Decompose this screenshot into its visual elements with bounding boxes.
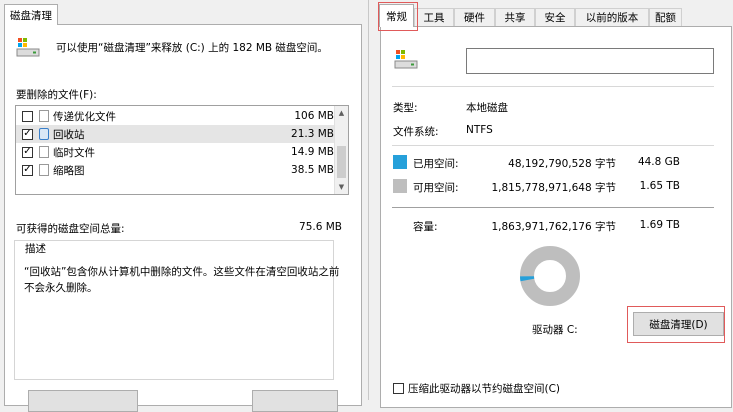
- donut-free-segment: [520, 246, 580, 306]
- fs-value: NTFS: [466, 124, 493, 136]
- separator: [392, 145, 714, 146]
- file-name: 传递优化文件: [53, 110, 116, 123]
- highlight-tab: [378, 2, 418, 31]
- total-value: 75.6 MB: [299, 221, 342, 233]
- separator: [392, 86, 714, 87]
- compress-checkbox[interactable]: [393, 383, 404, 394]
- file-icon: [39, 110, 49, 122]
- file-size: 38.5 MB: [291, 164, 334, 176]
- compress-label: 压缩此驱动器以节约磁盘空间(C): [408, 383, 561, 395]
- tab-body: [380, 26, 732, 408]
- tab-sharing[interactable]: 共享: [495, 8, 535, 26]
- tab-previous-versions[interactable]: 以前的版本: [575, 8, 649, 26]
- window-divider: [362, 0, 376, 400]
- scroll-up-icon[interactable]: ▲: [335, 106, 348, 120]
- tab-security[interactable]: 安全: [535, 8, 575, 26]
- drive-icon: [16, 38, 40, 57]
- recycle-bin-icon: [39, 128, 49, 140]
- clean-system-files-button[interactable]: [28, 390, 138, 412]
- type-label: 类型:: [393, 102, 418, 114]
- tab-quota[interactable]: 配额: [649, 8, 682, 26]
- drive-name-input[interactable]: [466, 48, 714, 74]
- files-label: 要删除的文件(F):: [16, 89, 97, 101]
- drive-icon: [394, 50, 418, 69]
- used-color-swatch: [393, 155, 407, 169]
- description-text-1: “回收站”包含你从计算机中删除的文件。这些文件在清空回收站之前: [24, 266, 340, 278]
- free-bytes: 1,815,778,971,648 字节: [491, 182, 616, 194]
- tab-tools[interactable]: 工具: [414, 8, 454, 26]
- used-label: 已用空间:: [413, 158, 459, 170]
- list-scrollbar[interactable]: ▲ ▼: [334, 106, 348, 194]
- disk-cleanup-dialog: 磁盘清理 可以使用“磁盘清理”来释放 (C:) 上的 182 MB 磁盘空间。 …: [0, 0, 362, 412]
- compress-option[interactable]: 压缩此驱动器以节约磁盘空间(C): [393, 381, 560, 396]
- capacity-size: 1.69 TB: [639, 219, 680, 231]
- checkbox[interactable]: [22, 110, 33, 122]
- used-size: 44.8 GB: [637, 156, 680, 168]
- usage-donut: [520, 246, 580, 306]
- capacity-label: 容量:: [413, 221, 438, 233]
- intro-text: 可以使用“磁盘清理”来释放 (C:) 上的 182 MB 磁盘空间。: [56, 42, 328, 54]
- description-legend: 描述: [22, 241, 49, 256]
- description-group: [14, 240, 334, 380]
- tab-label: 磁盘清理: [10, 9, 52, 22]
- drive-label: 驱动器 C:: [532, 324, 578, 336]
- file-name: 临时文件: [53, 146, 95, 159]
- scroll-thumb[interactable]: [337, 146, 346, 178]
- free-size: 1.65 TB: [639, 180, 680, 192]
- file-icon: [39, 164, 49, 176]
- drive-properties-dialog: 常规 工具 硬件 共享 安全 以前的版本 配额 类型: 本地磁盘 文件系统: N…: [376, 0, 733, 408]
- type-value: 本地磁盘: [466, 102, 508, 114]
- capacity-bytes: 1,863,971,762,176 字节: [491, 221, 616, 233]
- highlight-cleanup: [627, 306, 725, 343]
- free-color-swatch: [393, 179, 407, 193]
- checkbox[interactable]: ✓: [22, 146, 33, 158]
- capacity-separator: [392, 207, 714, 208]
- file-name: 回收站: [53, 128, 85, 141]
- list-item[interactable]: 传递优化文件 106 MB: [16, 107, 334, 125]
- checkbox[interactable]: ✓: [22, 128, 33, 140]
- file-icon: [39, 146, 49, 158]
- scroll-down-icon[interactable]: ▼: [335, 180, 348, 194]
- used-bytes: 48,192,790,528 字节: [508, 158, 616, 170]
- free-label: 可用空间:: [413, 182, 459, 194]
- tab-disk-cleanup[interactable]: 磁盘清理: [4, 4, 58, 25]
- checkbox[interactable]: ✓: [22, 164, 33, 176]
- fs-label: 文件系统:: [393, 126, 439, 138]
- file-size: 21.3 MB: [291, 128, 334, 140]
- list-item[interactable]: ✓ 缩略图 38.5 MB: [16, 161, 334, 179]
- description-text-2: 不会永久删除。: [24, 282, 98, 294]
- view-files-button[interactable]: [252, 390, 338, 412]
- file-size: 106 MB: [294, 110, 334, 122]
- file-size: 14.9 MB: [291, 146, 334, 158]
- file-name: 缩略图: [53, 164, 85, 177]
- tab-hardware[interactable]: 硬件: [454, 8, 495, 26]
- files-list[interactable]: 传递优化文件 106 MB ✓ 回收站 21.3 MB ✓ 临时文件 14.9 …: [15, 105, 349, 195]
- total-label: 可获得的磁盘空间总量:: [16, 223, 125, 235]
- list-item[interactable]: ✓ 回收站 21.3 MB: [16, 125, 334, 143]
- list-item[interactable]: ✓ 临时文件 14.9 MB: [16, 143, 334, 161]
